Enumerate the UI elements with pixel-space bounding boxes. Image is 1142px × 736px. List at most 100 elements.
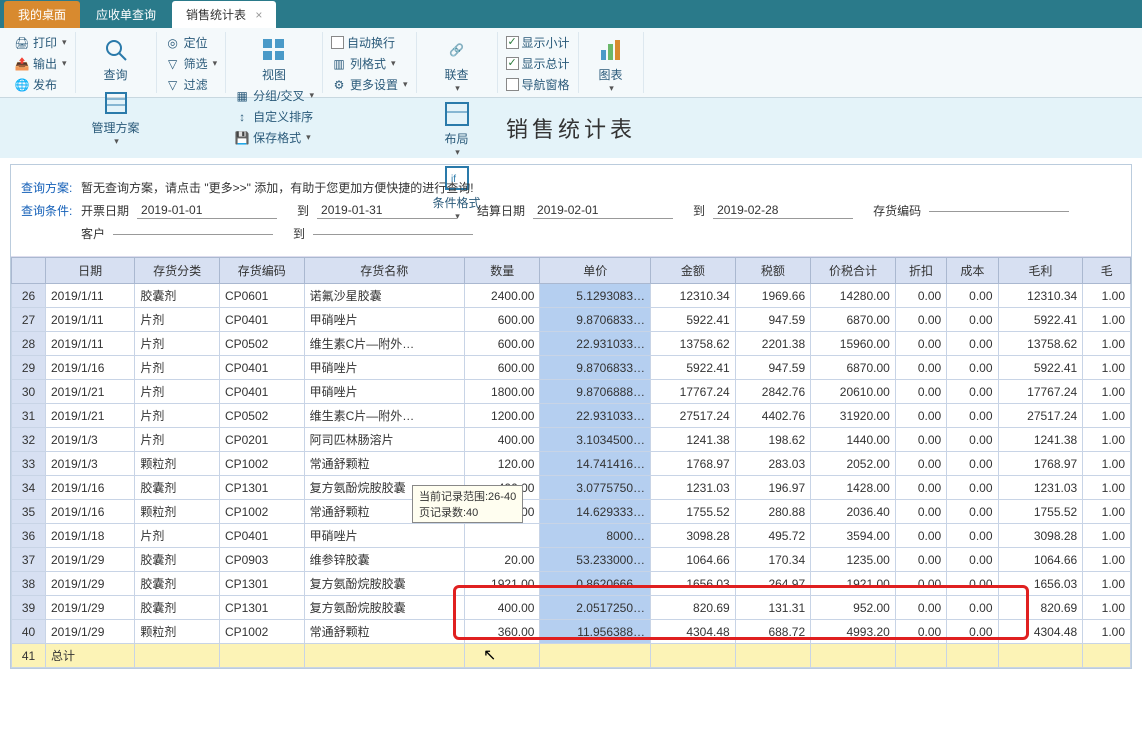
col-header[interactable]: 成本 — [947, 258, 998, 284]
billdate-label: 开票日期 — [81, 202, 129, 219]
customer-label: 客户 — [81, 225, 105, 242]
col-header[interactable]: 税额 — [735, 258, 810, 284]
stockcode-input[interactable] — [929, 209, 1069, 212]
billdate-to-input[interactable]: 2019-01-31 — [317, 202, 457, 219]
clearfilter-button[interactable]: ▽过滤 — [165, 74, 218, 95]
ribbon-toolbar: 🖨打印▾ 📤输出▾ 🌐发布 查询 管理方案▾ ◎定位 ▽筛选▾ ▽过滤 视图 ▦… — [0, 28, 1142, 98]
scheme-label: 查询方案: — [21, 179, 81, 196]
col-header[interactable]: 价税合计 — [811, 258, 896, 284]
table-row[interactable]: 262019/1/11胶囊剂CP0601诺氟沙星胶囊2400.005.12930… — [12, 284, 1131, 308]
table-row[interactable]: 352019/1/16颗粒剂CP1002常通舒颗粒120.0014.629333… — [12, 500, 1131, 524]
col-header[interactable]: 毛 — [1083, 258, 1131, 284]
total-row[interactable]: 41总计 — [12, 644, 1131, 668]
checkbox-checked-icon — [506, 36, 519, 49]
col-header[interactable]: 日期 — [46, 258, 135, 284]
content-wrap: 查询方案: 暂无查询方案，请点击 "更多>>" 添加，有助于您更加方便快捷的进行… — [10, 164, 1132, 669]
table-row[interactable]: 332019/1/3颗粒剂CP1002常通舒颗粒120.0014.741416…… — [12, 452, 1131, 476]
tab-sales-label: 销售统计表 — [186, 8, 246, 22]
table-row[interactable]: 312019/1/21片剂CP0502维生素C片—附外…1200.0022.93… — [12, 404, 1131, 428]
more-button[interactable]: ⚙更多设置▾ — [331, 74, 408, 95]
subtotal-check[interactable]: 显示小计 — [506, 32, 570, 53]
view-button[interactable]: 视图 — [234, 32, 314, 85]
settledate-to-input[interactable]: 2019-02-28 — [713, 202, 853, 219]
col-header[interactable]: 存货分类 — [135, 258, 220, 284]
cond-label: 查询条件: — [21, 202, 81, 219]
to-label: 到 — [297, 202, 309, 219]
col-header[interactable]: 毛利 — [998, 258, 1083, 284]
magnifier-icon — [100, 34, 132, 66]
to-label-3: 到 — [293, 225, 305, 242]
table-row[interactable]: 342019/1/16胶囊剂CP1301复方氨酚烷胺胶囊400.003.0775… — [12, 476, 1131, 500]
total-check[interactable]: 显示总计 — [506, 53, 570, 74]
group-icon: ▦ — [234, 88, 250, 104]
tabs-bar: 我的桌面 应收单查询 销售统计表 × — [0, 0, 1142, 28]
table-row[interactable]: 322019/1/3片剂CP0201阿司匹林肠溶片400.003.1034500… — [12, 428, 1131, 452]
table-row[interactable]: 302019/1/21片剂CP0401甲硝唑片1800.009.8706888…… — [12, 380, 1131, 404]
settledate-label: 结算日期 — [477, 202, 525, 219]
autowrap-check[interactable]: 自动换行 — [331, 32, 408, 53]
locate-button[interactable]: ◎定位 — [165, 32, 218, 53]
query-section: 查询方案: 暂无查询方案，请点击 "更多>>" 添加，有助于您更加方便快捷的进行… — [11, 165, 1131, 257]
tab-sales-stats[interactable]: 销售统计表 × — [172, 1, 276, 28]
export-button[interactable]: 📤输出▾ — [14, 53, 67, 74]
table-row[interactable]: 272019/1/11片剂CP0401甲硝唑片600.009.8706833…5… — [12, 308, 1131, 332]
colformat-button[interactable]: ▥列格式▾ — [331, 53, 408, 74]
group-button[interactable]: ▦分组/交叉▾ — [234, 85, 314, 106]
col-header[interactable]: 单价 — [540, 258, 651, 284]
table-row[interactable]: 402019/1/29颗粒剂CP1002常通舒颗粒360.0011.956388… — [12, 620, 1131, 644]
funnel-clear-icon: ▽ — [165, 77, 181, 93]
checkbox-checked-icon — [506, 57, 519, 70]
locate-icon: ◎ — [165, 35, 181, 51]
layout-icon — [441, 98, 473, 130]
col-header[interactable]: 存货名称 — [304, 258, 464, 284]
checkbox-icon — [506, 78, 519, 91]
saveformat-button[interactable]: 💾保存格式▾ — [234, 127, 314, 148]
data-grid[interactable]: 日期存货分类存货编码存货名称数量单价金额税额价税合计折扣成本毛利毛 262019… — [11, 257, 1131, 668]
grid-icon — [258, 34, 290, 66]
record-tooltip: 当前记录范围:26-40 页记录数:40 — [412, 485, 523, 523]
table-row[interactable]: 372019/1/29胶囊剂CP0903维参锌胶囊20.0053.233000…… — [12, 548, 1131, 572]
customer-to-input[interactable] — [313, 232, 473, 235]
tooltip-line2: 页记录数:40 — [419, 504, 516, 520]
col-header[interactable]: 金额 — [651, 258, 736, 284]
gear-icon: ⚙ — [331, 77, 347, 93]
export-icon: 📤 — [14, 56, 30, 72]
billdate-from-input[interactable]: 2019-01-01 — [137, 202, 277, 219]
table-row[interactable]: 392019/1/29胶囊剂CP1301复方氨酚烷胺胶囊400.002.0517… — [12, 596, 1131, 620]
cursor-icon: ↖ — [483, 645, 496, 665]
settledate-from-input[interactable]: 2019-02-01 — [533, 202, 673, 219]
table-row[interactable]: 282019/1/11片剂CP0502维生素C片—附外…600.0022.931… — [12, 332, 1131, 356]
header-row: 日期存货分类存货编码存货名称数量单价金额税额价税合计折扣成本毛利毛 — [12, 258, 1131, 284]
checkbox-icon — [331, 36, 344, 49]
publish-icon: 🌐 — [14, 77, 30, 93]
print-button[interactable]: 🖨打印▾ — [14, 32, 67, 53]
customer-input[interactable] — [113, 232, 273, 235]
publish-button[interactable]: 🌐发布 — [14, 74, 67, 95]
chart-icon — [595, 34, 627, 66]
col-header[interactable]: 数量 — [465, 258, 540, 284]
table-row[interactable]: 362019/1/18片剂CP0401甲硝唑片8000…3098.28495.7… — [12, 524, 1131, 548]
report-title-area: 销售统计表 — [0, 98, 1142, 158]
funnel-icon: ▽ — [165, 56, 181, 72]
col-header[interactable]: 折扣 — [895, 258, 946, 284]
custorder-button[interactable]: ↕自定义排序 — [234, 106, 314, 127]
scheme-text: 暂无查询方案，请点击 "更多>>" 添加，有助于您更加方便快捷的进行查询! — [81, 179, 474, 196]
navpane-check[interactable]: 导航窗格 — [506, 74, 570, 95]
col-header[interactable]: 存货编码 — [219, 258, 304, 284]
scheme-button[interactable]: 管理方案▾ — [84, 85, 148, 149]
to-label-2: 到 — [693, 202, 705, 219]
query-button[interactable]: 查询 — [84, 32, 148, 85]
tab-close-icon[interactable]: × — [255, 8, 262, 22]
layout-button[interactable]: 布局▾ — [425, 96, 489, 160]
tab-receivable[interactable]: 应收单查询 — [82, 1, 170, 28]
table-row[interactable]: 292019/1/16片剂CP0401甲硝唑片600.009.8706833…5… — [12, 356, 1131, 380]
chart-button[interactable]: 图表▾ — [587, 32, 635, 96]
stockcode-label: 存货编码 — [873, 202, 921, 219]
sort-icon: ↕ — [234, 109, 250, 125]
table-row[interactable]: 382019/1/29胶囊剂CP1301复方氨酚烷胺胶囊1921.000.862… — [12, 572, 1131, 596]
link-button[interactable]: 🔗联查▾ — [425, 32, 489, 96]
scheme-icon — [100, 87, 132, 119]
tab-desktop[interactable]: 我的桌面 — [4, 1, 80, 28]
filter-button[interactable]: ▽筛选▾ — [165, 53, 218, 74]
grid-wrap: 日期存货分类存货编码存货名称数量单价金额税额价税合计折扣成本毛利毛 262019… — [11, 257, 1131, 668]
